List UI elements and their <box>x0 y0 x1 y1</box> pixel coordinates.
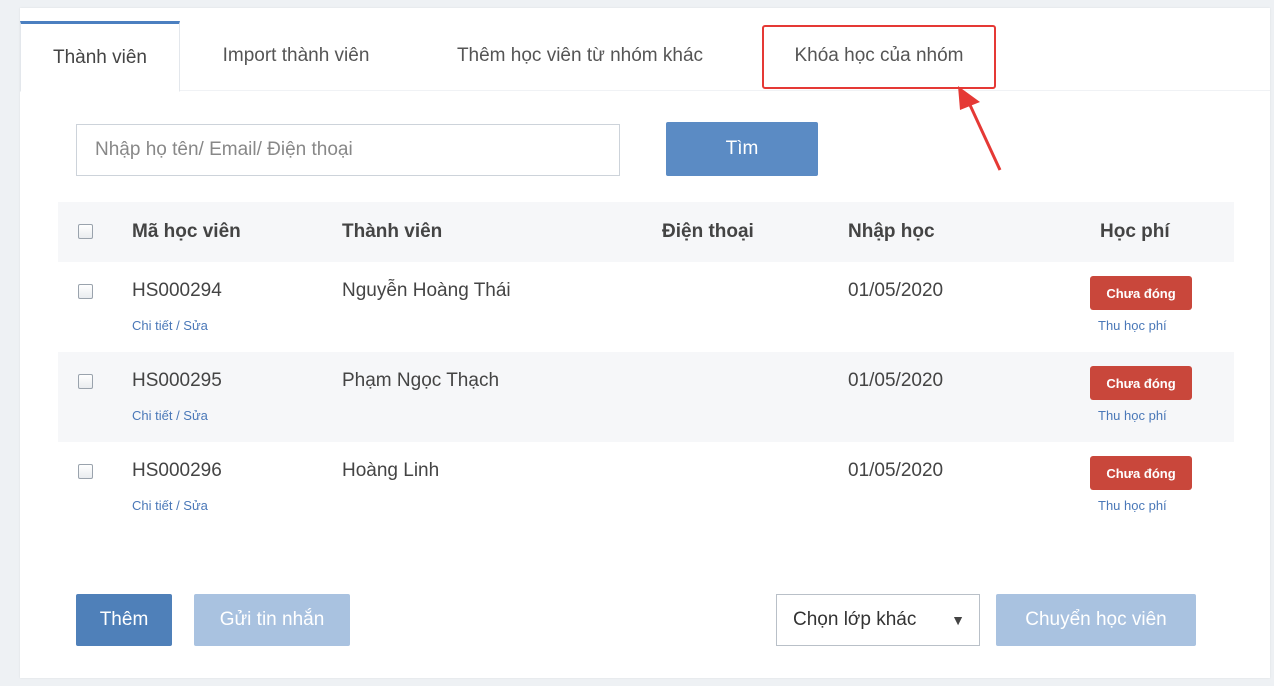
send-message-button[interactable]: Gửi tin nhắn <box>194 594 350 646</box>
chevron-down-icon: ▼ <box>951 612 965 628</box>
column-header-phone: Điện thoại <box>662 221 754 242</box>
student-code: HS000295 <box>132 370 222 391</box>
annotation-arrow-icon <box>958 86 1002 171</box>
enrolled-date: 01/05/2020 <box>848 370 944 391</box>
row-checkbox[interactable] <box>78 284 93 299</box>
student-code: HS000296 <box>132 460 222 481</box>
detail-edit-link[interactable]: Chi tiết / Sửa <box>132 318 208 333</box>
enrolled-date: 01/05/2020 <box>848 280 944 301</box>
tab-add-from-other-group-label: Thêm học viên từ nhóm khác <box>456 45 704 66</box>
members-panel: Thành viên Import thành viên Thêm học vi… <box>20 8 1270 678</box>
tab-add-from-other-group[interactable]: Thêm học viên từ nhóm khác <box>420 22 740 90</box>
detail-edit-link[interactable]: Chi tiết / Sửa <box>132 408 208 423</box>
add-member-button[interactable]: Thêm <box>76 594 172 646</box>
fee-status-badge: Chưa đóng <box>1090 366 1192 400</box>
search-input[interactable] <box>76 124 620 176</box>
enrolled-date: 01/05/2020 <box>848 460 944 481</box>
student-code: HS000294 <box>132 280 222 301</box>
search-button[interactable]: Tìm <box>666 122 818 176</box>
row-checkbox[interactable] <box>78 374 93 389</box>
row-checkbox[interactable] <box>78 464 93 479</box>
table-row: HS000296 Chi tiết / Sửa Hoàng Linh 01/05… <box>58 442 1234 532</box>
select-all-checkbox[interactable] <box>78 224 93 239</box>
class-select-value: Chọn lớp khác <box>793 609 917 630</box>
member-name: Phạm Ngọc Thạch <box>342 370 500 391</box>
collect-fee-link[interactable]: Thu học phí <box>1098 408 1167 423</box>
fee-status-badge: Chưa đóng <box>1090 456 1192 490</box>
tab-bar: Thành viên Import thành viên Thêm học vi… <box>20 8 1270 92</box>
tab-members-label: Thành viên <box>52 46 147 68</box>
column-header-enrolled: Nhập học <box>848 221 935 242</box>
column-header-code: Mã học viên <box>132 221 241 242</box>
collect-fee-link[interactable]: Thu học phí <box>1098 498 1167 513</box>
detail-edit-link[interactable]: Chi tiết / Sửa <box>132 498 208 513</box>
annotation-highlight-box <box>762 25 996 89</box>
fee-status-badge: Chưa đóng <box>1090 276 1192 310</box>
move-student-button[interactable]: Chuyển học viên <box>996 594 1196 646</box>
member-name: Nguyễn Hoàng Thái <box>342 280 511 301</box>
tab-import-members-label: Import thành viên <box>222 45 370 66</box>
member-name: Hoàng Linh <box>342 460 440 481</box>
column-header-member: Thành viên <box>342 221 443 242</box>
tab-import-members[interactable]: Import thành viên <box>196 22 396 90</box>
table-header: Mã học viên Thành viên Điện thoại Nhập h… <box>58 202 1234 262</box>
column-header-fee: Học phí <box>1100 221 1170 242</box>
tab-members[interactable]: Thành viên <box>20 21 180 92</box>
table-row: HS000294 Chi tiết / Sửa Nguyễn Hoàng Thá… <box>58 262 1234 352</box>
table-row: HS000295 Chi tiết / Sửa Phạm Ngọc Thạch … <box>58 352 1234 442</box>
class-select[interactable]: Chọn lớp khác ▼ <box>776 594 980 646</box>
collect-fee-link[interactable]: Thu học phí <box>1098 318 1167 333</box>
